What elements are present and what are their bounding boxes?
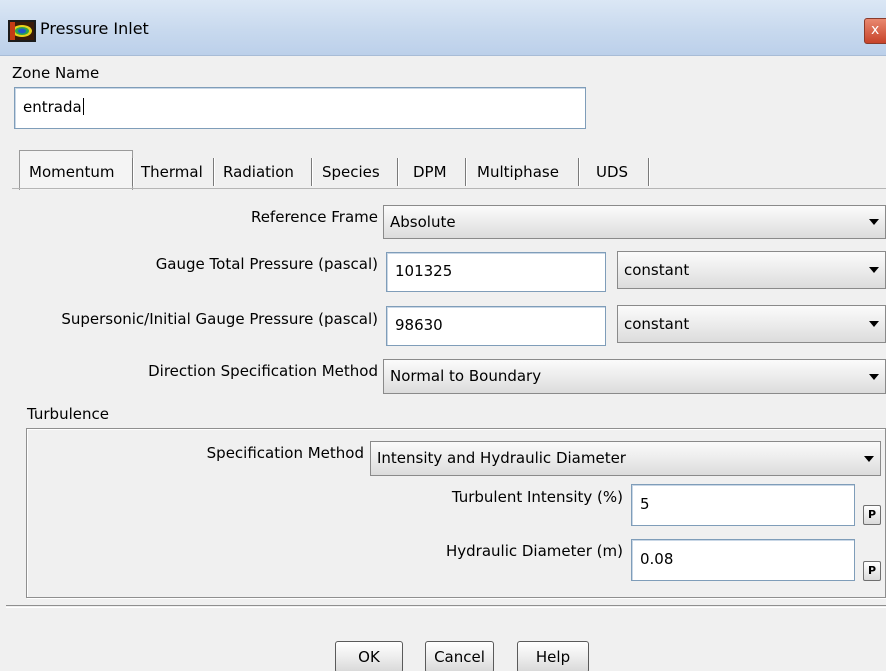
close-icon[interactable]: x xyxy=(864,18,886,44)
tab-separator xyxy=(132,158,134,186)
zone-name-input[interactable]: entrada xyxy=(14,87,586,129)
gauge-total-pressure-profile-select[interactable]: constant xyxy=(617,251,886,289)
gauge-total-pressure-input[interactable]: 101325 xyxy=(386,252,606,292)
specification-method-select[interactable]: Intensity and Hydraulic Diameter xyxy=(370,441,881,476)
tab-separator xyxy=(648,158,650,186)
specification-method-label: Specification Method xyxy=(206,444,364,462)
direction-method-label: Direction Specification Method xyxy=(148,362,378,380)
supersonic-pressure-profile-value: constant xyxy=(624,315,690,333)
hydraulic-diameter-value: 0.08 xyxy=(640,550,674,568)
direction-method-select[interactable]: Normal to Boundary xyxy=(383,359,886,394)
tab-dpm[interactable]: DPM xyxy=(413,156,447,188)
zone-name-label: Zone Name xyxy=(12,64,100,82)
reference-frame-select[interactable]: Absolute xyxy=(383,205,886,239)
tab-separator xyxy=(397,158,399,186)
supersonic-pressure-value: 98630 xyxy=(395,316,443,334)
chevron-down-icon xyxy=(869,267,879,273)
hydraulic-diameter-input[interactable]: 0.08 xyxy=(631,539,855,581)
ok-button[interactable]: OK xyxy=(335,641,403,671)
tab-species[interactable]: Species xyxy=(322,156,380,188)
text-cursor xyxy=(82,98,84,115)
button-bar-divider xyxy=(6,605,886,608)
direction-method-value: Normal to Boundary xyxy=(390,367,542,385)
title-bar: Pressure Inlet x xyxy=(0,0,886,56)
specification-method-value: Intensity and Hydraulic Diameter xyxy=(377,449,626,467)
help-button[interactable]: Help xyxy=(517,641,589,671)
tab-momentum[interactable]: Momentum xyxy=(29,156,114,188)
turbulent-intensity-parameter-button[interactable]: P xyxy=(863,505,881,525)
reference-frame-value: Absolute xyxy=(390,213,456,231)
tab-separator xyxy=(465,158,467,186)
zone-name-value: entrada xyxy=(23,98,82,116)
supersonic-pressure-label: Supersonic/Initial Gauge Pressure (pasca… xyxy=(61,310,378,328)
supersonic-pressure-input[interactable]: 98630 xyxy=(386,306,606,346)
gauge-total-pressure-label: Gauge Total Pressure (pascal) xyxy=(155,255,378,273)
turbulent-intensity-label: Turbulent Intensity (%) xyxy=(451,488,623,506)
chevron-down-icon xyxy=(864,455,874,462)
turbulence-group-label: Turbulence xyxy=(27,405,109,423)
tab-thermal[interactable]: Thermal xyxy=(141,156,203,188)
chevron-down-icon xyxy=(869,321,879,327)
tab-separator xyxy=(213,158,215,186)
fluent-app-icon xyxy=(8,20,36,42)
tab-multiphase[interactable]: Multiphase xyxy=(477,156,559,188)
gauge-total-pressure-profile-value: constant xyxy=(624,261,690,279)
turbulent-intensity-input[interactable]: 5 xyxy=(631,484,855,526)
tab-separator xyxy=(578,158,580,186)
reference-frame-label: Reference Frame xyxy=(250,208,378,226)
chevron-down-icon xyxy=(869,219,879,225)
supersonic-pressure-profile-select[interactable]: constant xyxy=(617,305,886,343)
chevron-down-icon xyxy=(869,373,879,380)
gauge-total-pressure-value: 101325 xyxy=(395,262,453,280)
tab-uds[interactable]: UDS xyxy=(596,156,628,188)
tab-radiation[interactable]: Radiation xyxy=(223,156,294,188)
tab-separator xyxy=(311,158,313,186)
window-title: Pressure Inlet xyxy=(40,19,149,38)
turbulent-intensity-value: 5 xyxy=(640,495,650,513)
hydraulic-diameter-parameter-button[interactable]: P xyxy=(863,561,881,581)
hydraulic-diameter-label: Hydraulic Diameter (m) xyxy=(445,542,623,560)
cancel-button[interactable]: Cancel xyxy=(425,641,494,671)
